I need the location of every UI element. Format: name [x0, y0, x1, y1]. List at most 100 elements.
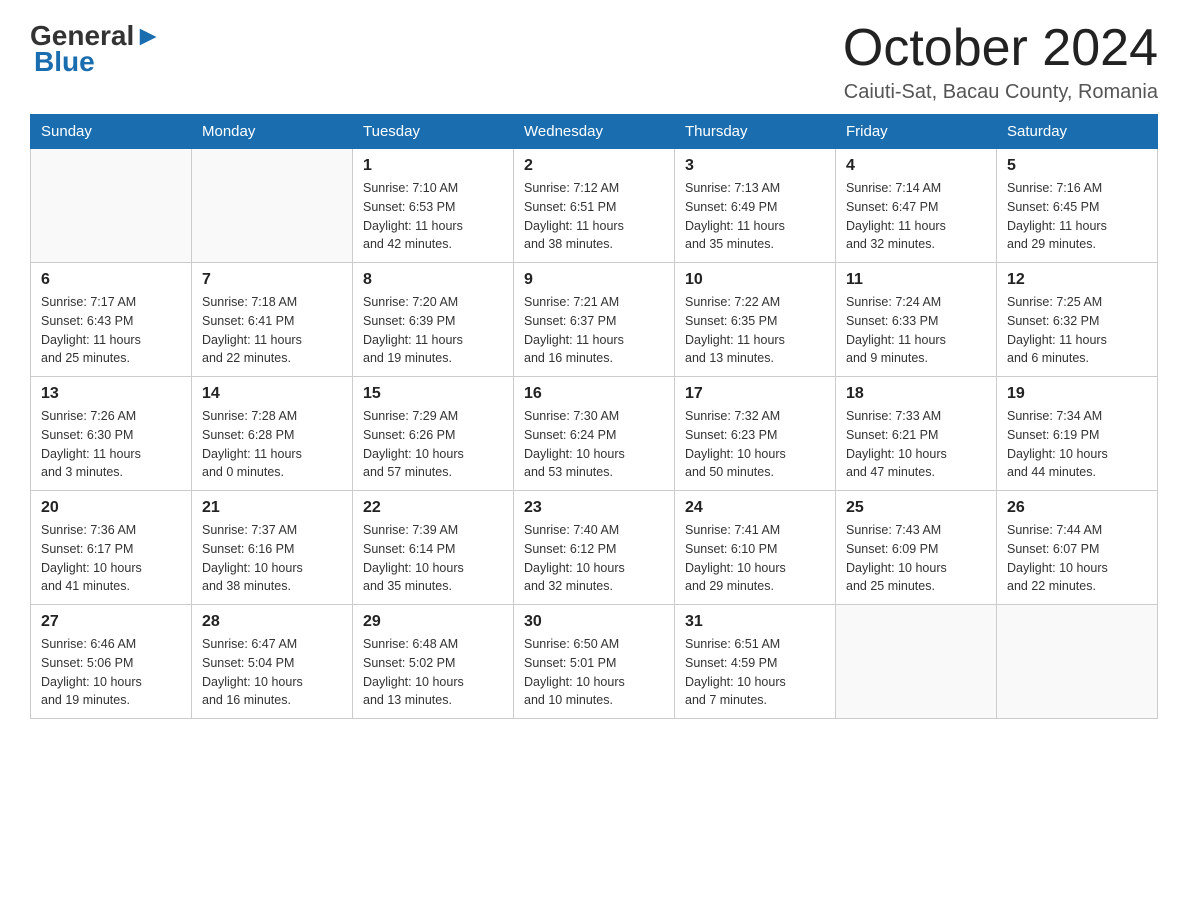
calendar-cell: 15 Sunrise: 7:29 AM Sunset: 6:26 PM Dayli… [353, 377, 514, 491]
calendar-cell: 9 Sunrise: 7:21 AM Sunset: 6:37 PM Daylig… [514, 263, 675, 377]
day-info: Sunrise: 7:40 AM Sunset: 6:12 PM Dayligh… [524, 521, 664, 596]
day-info: Sunrise: 7:33 AM Sunset: 6:21 PM Dayligh… [846, 407, 986, 482]
day-info: Sunrise: 6:48 AM Sunset: 5:02 PM Dayligh… [363, 635, 503, 710]
day-number: 13 [41, 385, 181, 403]
calendar-cell [997, 605, 1158, 719]
month-title: October 2024 [843, 20, 1158, 77]
day-info: Sunrise: 6:47 AM Sunset: 5:04 PM Dayligh… [202, 635, 342, 710]
calendar-cell: 21 Sunrise: 7:37 AM Sunset: 6:16 PM Dayli… [192, 491, 353, 605]
day-number: 17 [685, 385, 825, 403]
logo-arrow-shape: ► [134, 20, 162, 52]
day-number: 27 [41, 613, 181, 631]
day-info: Sunrise: 7:18 AM Sunset: 6:41 PM Dayligh… [202, 293, 342, 368]
calendar-cell: 18 Sunrise: 7:33 AM Sunset: 6:21 PM Dayli… [836, 377, 997, 491]
weekday-header-row: SundayMondayTuesdayWednesdayThursdayFrid… [31, 115, 1158, 149]
day-number: 3 [685, 157, 825, 175]
calendar-cell: 24 Sunrise: 7:41 AM Sunset: 6:10 PM Dayli… [675, 491, 836, 605]
day-number: 16 [524, 385, 664, 403]
day-number: 12 [1007, 271, 1147, 289]
day-info: Sunrise: 7:41 AM Sunset: 6:10 PM Dayligh… [685, 521, 825, 596]
weekday-header-sunday: Sunday [31, 115, 192, 149]
day-info: Sunrise: 7:16 AM Sunset: 6:45 PM Dayligh… [1007, 179, 1147, 254]
calendar-cell: 26Sunrise: 7:44 AM Sunset: 6:07 PM Dayli… [997, 491, 1158, 605]
day-number: 14 [202, 385, 342, 403]
day-info: Sunrise: 6:51 AM Sunset: 4:59 PM Dayligh… [685, 635, 825, 710]
calendar-cell [836, 605, 997, 719]
day-number: 9 [524, 271, 664, 289]
day-info: Sunrise: 7:36 AM Sunset: 6:17 PM Dayligh… [41, 521, 181, 596]
day-info: Sunrise: 7:13 AM Sunset: 6:49 PM Dayligh… [685, 179, 825, 254]
day-info: Sunrise: 7:34 AM Sunset: 6:19 PM Dayligh… [1007, 407, 1147, 482]
calendar-cell: 29 Sunrise: 6:48 AM Sunset: 5:02 PM Dayli… [353, 605, 514, 719]
calendar-cell: 13 Sunrise: 7:26 AM Sunset: 6:30 PM Dayli… [31, 377, 192, 491]
calendar-cell: 3 Sunrise: 7:13 AM Sunset: 6:49 PM Daylig… [675, 149, 836, 263]
day-info: Sunrise: 6:50 AM Sunset: 5:01 PM Dayligh… [524, 635, 664, 710]
day-info: Sunrise: 7:14 AM Sunset: 6:47 PM Dayligh… [846, 179, 986, 254]
calendar-cell: 20Sunrise: 7:36 AM Sunset: 6:17 PM Dayli… [31, 491, 192, 605]
weekday-header-saturday: Saturday [997, 115, 1158, 149]
title-area: October 2024 Caiuti-Sat, Bacau County, R… [843, 20, 1158, 104]
calendar-cell: 12 Sunrise: 7:25 AM Sunset: 6:32 PM Dayli… [997, 263, 1158, 377]
calendar-cell: 1 Sunrise: 7:10 AM Sunset: 6:53 PM Daylig… [353, 149, 514, 263]
day-number: 4 [846, 157, 986, 175]
weekday-header-monday: Monday [192, 115, 353, 149]
day-info: Sunrise: 7:44 AM Sunset: 6:07 PM Dayligh… [1007, 521, 1147, 596]
logo-area: General ► Blue [30, 20, 162, 78]
day-number: 29 [363, 613, 503, 631]
day-number: 6 [41, 271, 181, 289]
calendar-cell: 7Sunrise: 7:18 AM Sunset: 6:41 PM Daylig… [192, 263, 353, 377]
page-header: General ► Blue October 2024 Caiuti-Sat, … [30, 20, 1158, 104]
calendar-week-row: 13 Sunrise: 7:26 AM Sunset: 6:30 PM Dayli… [31, 377, 1158, 491]
day-info: Sunrise: 6:46 AM Sunset: 5:06 PM Dayligh… [41, 635, 181, 710]
calendar-cell: 8 Sunrise: 7:20 AM Sunset: 6:39 PM Daylig… [353, 263, 514, 377]
calendar-cell: 22 Sunrise: 7:39 AM Sunset: 6:14 PM Dayli… [353, 491, 514, 605]
day-number: 11 [846, 271, 986, 289]
day-info: Sunrise: 7:32 AM Sunset: 6:23 PM Dayligh… [685, 407, 825, 482]
day-number: 8 [363, 271, 503, 289]
day-number: 21 [202, 499, 342, 517]
calendar-week-row: 27 Sunrise: 6:46 AM Sunset: 5:06 PM Dayli… [31, 605, 1158, 719]
day-number: 25 [846, 499, 986, 517]
day-info: Sunrise: 7:22 AM Sunset: 6:35 PM Dayligh… [685, 293, 825, 368]
calendar-cell: 31 Sunrise: 6:51 AM Sunset: 4:59 PM Dayli… [675, 605, 836, 719]
day-info: Sunrise: 7:28 AM Sunset: 6:28 PM Dayligh… [202, 407, 342, 482]
calendar-week-row: 1 Sunrise: 7:10 AM Sunset: 6:53 PM Daylig… [31, 149, 1158, 263]
day-info: Sunrise: 7:39 AM Sunset: 6:14 PM Dayligh… [363, 521, 503, 596]
day-number: 30 [524, 613, 664, 631]
calendar-cell: 5 Sunrise: 7:16 AM Sunset: 6:45 PM Daylig… [997, 149, 1158, 263]
logo-blue: Blue [30, 46, 95, 78]
calendar-cell [192, 149, 353, 263]
calendar-cell: 17 Sunrise: 7:32 AM Sunset: 6:23 PM Dayli… [675, 377, 836, 491]
calendar-cell: 25 Sunrise: 7:43 AM Sunset: 6:09 PM Dayli… [836, 491, 997, 605]
day-info: Sunrise: 7:10 AM Sunset: 6:53 PM Dayligh… [363, 179, 503, 254]
calendar-cell: 23Sunrise: 7:40 AM Sunset: 6:12 PM Dayli… [514, 491, 675, 605]
day-number: 2 [524, 157, 664, 175]
day-info: Sunrise: 7:21 AM Sunset: 6:37 PM Dayligh… [524, 293, 664, 368]
day-info: Sunrise: 7:26 AM Sunset: 6:30 PM Dayligh… [41, 407, 181, 482]
day-number: 28 [202, 613, 342, 631]
calendar-cell: 2Sunrise: 7:12 AM Sunset: 6:51 PM Daylig… [514, 149, 675, 263]
day-number: 15 [363, 385, 503, 403]
calendar-cell: 19Sunrise: 7:34 AM Sunset: 6:19 PM Dayli… [997, 377, 1158, 491]
day-number: 22 [363, 499, 503, 517]
day-info: Sunrise: 7:29 AM Sunset: 6:26 PM Dayligh… [363, 407, 503, 482]
day-number: 5 [1007, 157, 1147, 175]
calendar-cell: 27 Sunrise: 6:46 AM Sunset: 5:06 PM Dayli… [31, 605, 192, 719]
weekday-header-tuesday: Tuesday [353, 115, 514, 149]
day-info: Sunrise: 7:37 AM Sunset: 6:16 PM Dayligh… [202, 521, 342, 596]
calendar-cell: 30 Sunrise: 6:50 AM Sunset: 5:01 PM Dayli… [514, 605, 675, 719]
day-number: 1 [363, 157, 503, 175]
day-info: Sunrise: 7:17 AM Sunset: 6:43 PM Dayligh… [41, 293, 181, 368]
day-number: 31 [685, 613, 825, 631]
calendar-cell: 16 Sunrise: 7:30 AM Sunset: 6:24 PM Dayli… [514, 377, 675, 491]
day-info: Sunrise: 7:30 AM Sunset: 6:24 PM Dayligh… [524, 407, 664, 482]
day-info: Sunrise: 7:24 AM Sunset: 6:33 PM Dayligh… [846, 293, 986, 368]
calendar-cell: 10Sunrise: 7:22 AM Sunset: 6:35 PM Dayli… [675, 263, 836, 377]
weekday-header-friday: Friday [836, 115, 997, 149]
day-number: 18 [846, 385, 986, 403]
day-info: Sunrise: 7:43 AM Sunset: 6:09 PM Dayligh… [846, 521, 986, 596]
day-number: 24 [685, 499, 825, 517]
day-info: Sunrise: 7:20 AM Sunset: 6:39 PM Dayligh… [363, 293, 503, 368]
day-info: Sunrise: 7:25 AM Sunset: 6:32 PM Dayligh… [1007, 293, 1147, 368]
calendar-cell: 11 Sunrise: 7:24 AM Sunset: 6:33 PM Dayli… [836, 263, 997, 377]
